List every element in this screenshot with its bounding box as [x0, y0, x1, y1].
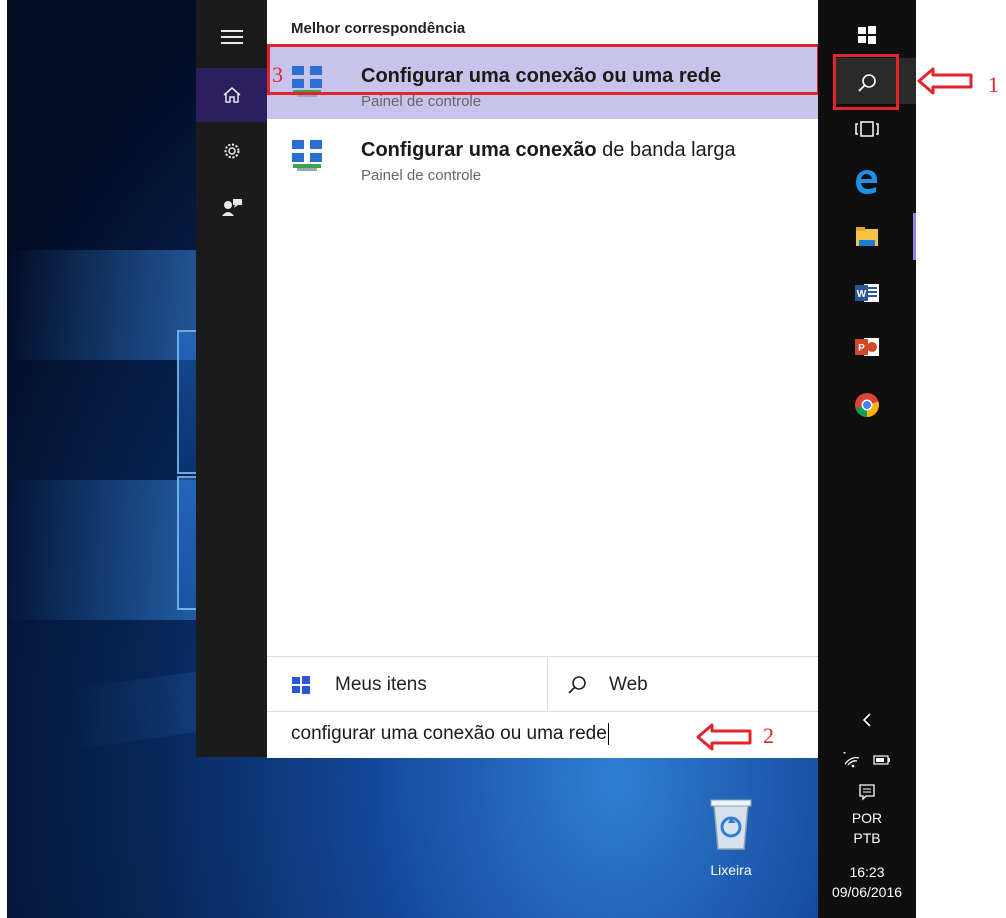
search-scope-tabs: Meus itens Web [267, 656, 818, 712]
system-tray-icons: * [818, 745, 916, 775]
section-header: Melhor correspondência [291, 20, 466, 37]
svg-text:W: W [857, 289, 867, 300]
sidebar-home-button[interactable] [196, 68, 267, 122]
recycle-bin-label: Lixeira [710, 862, 752, 878]
task-view-button[interactable] [818, 104, 916, 154]
word-icon: W [855, 284, 879, 302]
tab-meus-itens[interactable]: Meus itens [291, 657, 427, 712]
search-results-panel: Melhor correspondência Configurar uma co… [267, 0, 818, 758]
chrome-icon [855, 393, 879, 417]
annotation-label-1: 1 [988, 72, 999, 97]
recycle-bin[interactable]: Lixeira [696, 795, 766, 878]
recycle-bin-icon [710, 799, 752, 850]
language-indicator[interactable]: POR PTB [818, 810, 916, 846]
start-button[interactable] [818, 10, 916, 60]
start-sidebar [196, 0, 267, 757]
chevron-left-icon [862, 713, 871, 727]
powerpoint-icon: P [855, 338, 879, 356]
battery-icon[interactable] [873, 755, 891, 765]
running-app-indicator [913, 213, 916, 260]
annotation-arrow-icon [696, 723, 752, 751]
feedback-icon [221, 199, 242, 216]
annotation-highlight-result [267, 44, 820, 95]
search-icon [568, 675, 586, 694]
annotation-label-2: 2 [763, 723, 774, 748]
text-caret [607, 723, 609, 745]
home-icon [223, 87, 240, 103]
gear-icon [224, 143, 239, 159]
powerpoint-button[interactable]: P [818, 322, 916, 372]
file-explorer-button[interactable] [818, 212, 916, 262]
hamburger-menu-icon [220, 30, 243, 44]
annotation-arrow-icon [917, 67, 973, 95]
taskbar: W P * POR PTB 16:23 09/06/2016 [818, 0, 916, 918]
search-query: configurar uma conexão ou uma rede [291, 723, 609, 745]
tab-divider [547, 657, 548, 712]
clock-time: 16:23 [849, 864, 885, 880]
search-result-broadband[interactable]: Configurar uma conexão de banda larga Pa… [267, 121, 818, 193]
chrome-button[interactable] [818, 380, 916, 430]
annotation-highlight-search [833, 54, 899, 110]
word-button[interactable]: W [818, 268, 916, 318]
tab-label: Meus itens [335, 673, 427, 695]
edge-browser-icon [856, 170, 878, 194]
windows-icon [292, 675, 310, 694]
language-line-1: POR [851, 810, 883, 826]
annotation-label-3: 3 [272, 62, 283, 87]
task-view-icon [855, 121, 879, 137]
hamburger-menu-button[interactable] [196, 10, 267, 64]
action-center-button[interactable] [818, 777, 916, 807]
result-subtitle: Painel de controle [361, 93, 482, 110]
result-subtitle: Painel de controle [361, 167, 482, 184]
clock-date: 09/06/2016 [831, 884, 903, 900]
language-line-2: PTB [853, 830, 881, 846]
notification-icon [859, 784, 875, 801]
windows-icon [858, 26, 876, 44]
svg-text:*: * [843, 752, 846, 759]
folder-icon [856, 227, 878, 246]
sidebar-settings-button[interactable] [196, 124, 267, 178]
sidebar-feedback-button[interactable] [196, 180, 267, 234]
svg-text:P: P [858, 343, 865, 354]
result-title: Configurar uma conexão de banda larga [361, 139, 736, 161]
tab-label: Web [609, 673, 648, 695]
clock[interactable]: 16:23 09/06/2016 [818, 864, 916, 900]
tab-web[interactable]: Web [567, 657, 648, 712]
network-setup-icon [292, 140, 322, 171]
wifi-icon[interactable]: * [843, 752, 863, 768]
edge-button[interactable] [818, 156, 916, 206]
show-hidden-icons-button[interactable] [818, 700, 916, 740]
